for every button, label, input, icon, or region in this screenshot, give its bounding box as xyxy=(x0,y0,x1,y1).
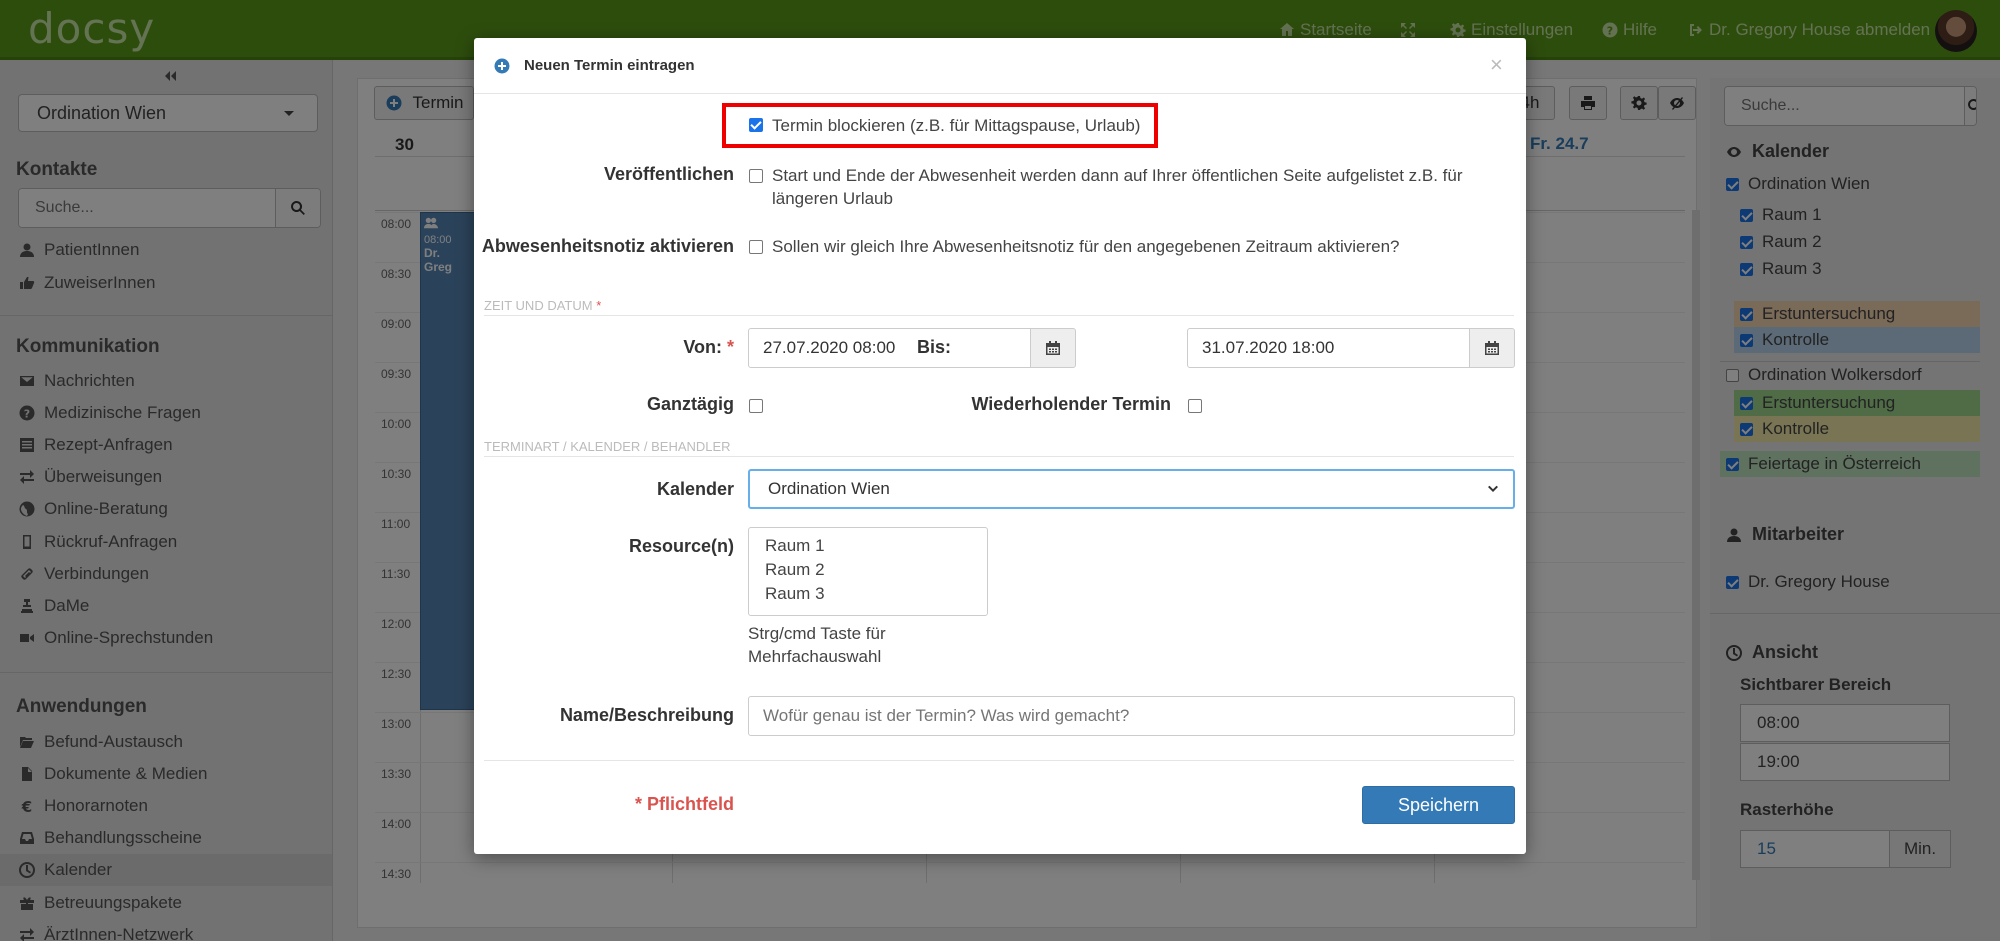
from-label-text: Von: xyxy=(683,337,722,357)
from-calendar-button[interactable] xyxy=(1030,328,1076,368)
absence-checkbox[interactable] xyxy=(749,240,763,254)
calendar-icon xyxy=(1482,338,1502,358)
section-type-calendar: Terminart / Kalender / Behandler xyxy=(484,439,1514,457)
recurring-label: Wiederholender Termin xyxy=(971,394,1171,414)
required-star: * xyxy=(726,337,734,357)
publish-label: Veröffentlichen xyxy=(603,164,734,184)
publish-checkbox[interactable] xyxy=(749,169,763,183)
divider xyxy=(484,760,1514,761)
name-description-input[interactable] xyxy=(748,696,1515,736)
modal-close-button[interactable]: × xyxy=(1490,52,1503,78)
allday-checkbox[interactable] xyxy=(749,399,763,413)
modal-title: Neuen Termin eintragen xyxy=(524,57,695,74)
publish-description: Start und Ende der Abwesenheit werden da… xyxy=(772,166,1463,208)
calendar-label: Kalender xyxy=(656,479,734,499)
new-appointment-modal: Neuen Termin eintragen × Termin blockier… xyxy=(474,38,1526,854)
resources-label: Resource(n) xyxy=(628,536,734,556)
absence-description: Sollen wir gleich Ihre Abwesenheitsnotiz… xyxy=(772,237,1400,256)
name-label: Name/Beschreibung xyxy=(559,705,734,725)
resource-option[interactable]: Raum 1 xyxy=(765,534,971,558)
allday-label: Ganztägig xyxy=(646,394,734,414)
section-type-label: Terminart / Kalender / Behandler xyxy=(484,439,731,454)
save-button[interactable]: Speichern xyxy=(1362,786,1515,824)
from-label: Von: * xyxy=(474,337,734,358)
resources-hint: Strg/cmd Taste für Mehrfachauswahl xyxy=(748,624,886,666)
recurring-checkbox[interactable] xyxy=(1188,399,1202,413)
calendar-select-value: Ordination Wien xyxy=(768,479,890,498)
to-date-input[interactable]: 31.07.2020 18:00 xyxy=(1187,328,1470,368)
highlight-box xyxy=(722,103,1158,148)
calendar-icon xyxy=(1043,338,1063,358)
calendar-select[interactable]: Ordination Wien xyxy=(748,469,1515,509)
chevron-down-icon xyxy=(1483,479,1503,499)
resource-option[interactable]: Raum 3 xyxy=(765,582,971,606)
to-calendar-button[interactable] xyxy=(1469,328,1515,368)
resources-listbox[interactable]: Raum 1 Raum 2 Raum 3 xyxy=(748,527,988,616)
absence-label: Abwesenheitsnotiz aktivieren xyxy=(481,236,734,256)
modal-header: Neuen Termin eintragen xyxy=(474,38,1526,94)
required-star: * xyxy=(596,298,602,313)
plus-circle-icon xyxy=(492,56,512,76)
required-field-note: * Pflichtfeld xyxy=(634,794,734,814)
section-time-date: Zeit und Datum * xyxy=(484,298,1514,316)
resource-option[interactable]: Raum 2 xyxy=(765,558,971,582)
to-label: Bis: xyxy=(916,337,951,357)
section-time-date-label: Zeit und Datum xyxy=(484,298,593,313)
